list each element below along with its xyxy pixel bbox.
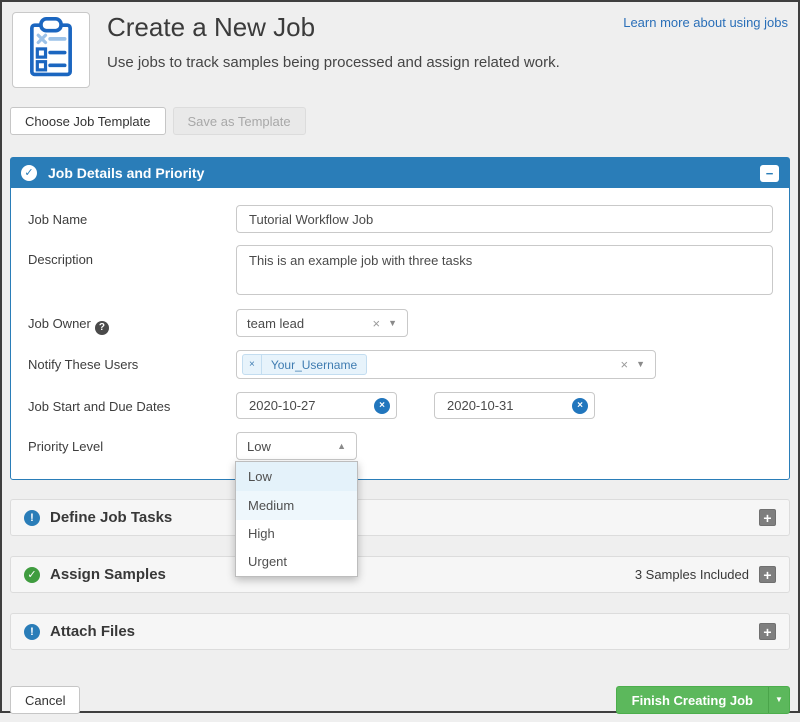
- notify-users-row: Notify These Users × Your_Username × ▼: [28, 350, 773, 379]
- notify-users-label: Notify These Users: [28, 350, 236, 372]
- help-icon[interactable]: ?: [95, 321, 109, 335]
- job-name-label: Job Name: [28, 205, 236, 227]
- clear-selection-icon[interactable]: ×: [620, 358, 628, 371]
- expand-section-button[interactable]: +: [759, 623, 776, 640]
- clear-date-icon[interactable]: ×: [374, 398, 390, 414]
- start-date-value: 2020-10-27: [249, 398, 316, 413]
- template-toolbar: Choose Job Template Save as Template: [10, 107, 790, 135]
- priority-row: Priority Level Low ▲ Low Medium High Urg…: [28, 432, 773, 460]
- job-name-input[interactable]: [236, 205, 773, 233]
- clear-selection-icon[interactable]: ×: [372, 317, 380, 330]
- priority-label: Priority Level: [28, 432, 236, 454]
- priority-option-high[interactable]: High: [236, 520, 357, 548]
- due-date-input[interactable]: 2020-10-31 ×: [434, 392, 595, 419]
- description-label: Description: [28, 245, 236, 267]
- dates-row: Job Start and Due Dates 2020-10-27 × 202…: [28, 392, 773, 419]
- collapse-panel-button[interactable]: −: [760, 165, 779, 182]
- job-owner-value: team lead: [247, 316, 304, 331]
- choose-job-template-button[interactable]: Choose Job Template: [10, 107, 166, 135]
- priority-option-urgent[interactable]: Urgent: [236, 548, 357, 576]
- plus-icon: +: [763, 510, 771, 526]
- priority-select[interactable]: Low ▲: [236, 432, 357, 460]
- clear-date-icon[interactable]: ×: [572, 398, 588, 414]
- job-details-panel-body: Job Name Description This is an example …: [11, 188, 789, 479]
- description-row: Description This is an example job with …: [28, 245, 773, 295]
- chevron-down-icon[interactable]: ▼: [388, 319, 397, 328]
- page-header: Create a New Job Use jobs to track sampl…: [10, 10, 790, 92]
- job-details-panel-title: Job Details and Priority: [48, 165, 204, 181]
- start-date-input[interactable]: 2020-10-27 ×: [236, 392, 397, 419]
- job-name-row: Job Name: [28, 205, 773, 233]
- job-owner-row: Job Owner? team lead × ▼: [28, 309, 773, 337]
- plus-icon: +: [763, 567, 771, 583]
- check-circle-icon: ✓: [24, 567, 40, 583]
- create-job-window: { "header": { "title": "Create a New Job…: [0, 0, 800, 713]
- notify-users-select[interactable]: × Your_Username × ▼: [236, 350, 656, 379]
- user-tag: × Your_Username: [242, 354, 367, 375]
- job-details-panel: ✓ Job Details and Priority − Job Name De…: [10, 157, 790, 480]
- priority-option-low[interactable]: Low: [236, 462, 357, 491]
- section-title: Attach Files: [50, 623, 135, 640]
- footer-actions: Cancel Finish Creating Job ▼: [10, 686, 790, 714]
- expand-section-button[interactable]: +: [759, 566, 776, 583]
- chevron-down-icon: ▼: [775, 695, 783, 704]
- section-title: Assign Samples: [50, 566, 166, 583]
- user-tag-label: Your_Username: [262, 355, 366, 374]
- priority-option-medium[interactable]: Medium: [236, 491, 357, 520]
- expand-section-button[interactable]: +: [759, 509, 776, 526]
- chevron-up-icon[interactable]: ▲: [337, 442, 346, 451]
- remove-tag-icon[interactable]: ×: [243, 355, 262, 374]
- plus-icon: +: [763, 624, 771, 640]
- define-job-tasks-section[interactable]: ! Define Job Tasks +: [10, 499, 790, 536]
- info-circle-icon: !: [24, 624, 40, 640]
- info-circle-icon: !: [24, 510, 40, 526]
- page-subtitle: Use jobs to track samples being processe…: [107, 54, 790, 71]
- finish-options-caret-button[interactable]: ▼: [768, 686, 790, 714]
- finish-creating-job-button[interactable]: Finish Creating Job: [616, 686, 768, 714]
- job-details-panel-header[interactable]: ✓ Job Details and Priority −: [11, 158, 789, 188]
- assign-samples-section[interactable]: ✓ Assign Samples 3 Samples Included +: [10, 556, 790, 593]
- samples-included-badge: 3 Samples Included: [635, 567, 749, 582]
- section-title: Define Job Tasks: [50, 509, 172, 526]
- priority-select-wrap: Low ▲ Low Medium High Urgent: [236, 432, 357, 460]
- chevron-down-icon[interactable]: ▼: [636, 360, 645, 369]
- cancel-button[interactable]: Cancel: [10, 686, 80, 714]
- job-owner-select[interactable]: team lead × ▼: [236, 309, 408, 337]
- job-icon-box: [12, 12, 90, 88]
- save-as-template-button: Save as Template: [173, 107, 306, 135]
- check-circle-icon: ✓: [21, 165, 37, 181]
- attach-files-section[interactable]: ! Attach Files +: [10, 613, 790, 650]
- priority-value: Low: [247, 439, 271, 454]
- dates-label: Job Start and Due Dates: [28, 392, 236, 414]
- description-input[interactable]: This is an example job with three tasks: [236, 245, 773, 295]
- clipboard-tasks-icon: [23, 17, 79, 84]
- finish-split-button: Finish Creating Job ▼: [616, 686, 790, 714]
- priority-dropdown: Low Medium High Urgent: [235, 461, 358, 577]
- due-date-value: 2020-10-31: [447, 398, 514, 413]
- learn-more-link[interactable]: Learn more about using jobs: [623, 15, 788, 30]
- minus-icon: −: [766, 166, 774, 181]
- job-owner-label: Job Owner?: [28, 309, 236, 335]
- page: Create a New Job Use jobs to track sampl…: [2, 2, 798, 722]
